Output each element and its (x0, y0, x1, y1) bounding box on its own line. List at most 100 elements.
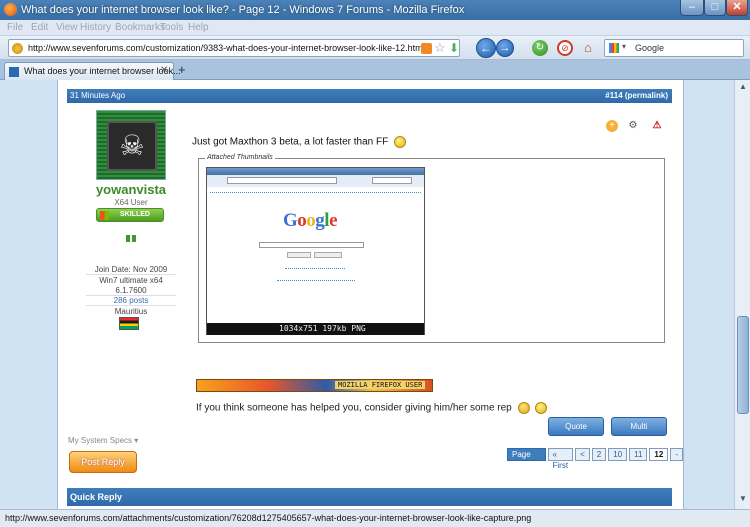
page-viewport: 31 Minutes Ago #114 (permalink) ☠ yowanv… (0, 80, 734, 509)
signature-message: If you think someone has helped you, con… (196, 402, 512, 414)
address-bar[interactable]: http://www.sevenforums.com/customization… (8, 39, 460, 57)
post-header: 31 Minutes Ago #114 (permalink) (67, 89, 672, 103)
scroll-up-icon[interactable]: ▲ (737, 82, 749, 94)
thumbnail-search-button (287, 252, 311, 258)
attachments-legend: Attached Thumbnails (205, 154, 275, 161)
skull-icon: ☠ (107, 121, 157, 171)
attachment-thumbnail[interactable]: Google 1034x751 197kb PNG (206, 167, 425, 335)
menu-bookmarks[interactable]: Bookmarks (115, 22, 165, 33)
scrollbar-thumb[interactable] (737, 316, 749, 414)
reputation-bar-icon (126, 235, 136, 242)
engine-dropdown-icon[interactable]: ▾ (622, 42, 626, 51)
tab-active[interactable]: What does your internet browser look... … (4, 62, 181, 80)
back-button[interactable]: ← (476, 38, 496, 58)
quick-reply-label: Quick Reply (70, 492, 123, 502)
google-logo: Google (283, 210, 337, 231)
address-url[interactable]: http://www.sevenforums.com/customization… (28, 43, 425, 53)
rank-label: SKILLED (120, 211, 150, 218)
tab-favicon-icon (9, 67, 19, 77)
thumbnail-urlbar (227, 177, 337, 184)
mauritius-flag-icon (119, 317, 139, 330)
tab-close-icon[interactable]: ✕ (160, 65, 168, 76)
title-bar: What does your internet browser look lik… (0, 0, 750, 20)
page-link[interactable]: 2 (591, 448, 607, 461)
menu-tools[interactable]: Tools (160, 22, 183, 33)
post-message: Just got Maxthon 3 beta, a lot faster th… (192, 136, 406, 148)
rank-badge: SKILLED (96, 208, 164, 222)
page-count-label[interactable]: Page 12 of 12 (507, 448, 546, 481)
search-input[interactable]: ▾ Google (604, 39, 744, 57)
page-link[interactable]: 10 (608, 448, 628, 461)
username-link[interactable]: yowanvista (88, 182, 174, 197)
reload-button[interactable]: ↻ (532, 40, 548, 56)
thumbnail-links (210, 190, 421, 193)
firefox-icon (4, 3, 17, 16)
forward-button[interactable]: → (496, 39, 514, 57)
menu-file[interactable]: File (7, 22, 23, 33)
wink-icon (517, 402, 530, 414)
thumbnail-titlebar (207, 168, 424, 175)
my-system-specs-link[interactable]: My System Specs ▾ (68, 436, 138, 445)
new-tab-button[interactable]: + (178, 62, 186, 77)
download-arrow-icon[interactable]: ⬇ (449, 41, 459, 55)
status-bar: http://www.sevenforums.com/attachments/c… (0, 509, 750, 527)
quote-button[interactable]: Quote (548, 417, 604, 436)
status-text: http://www.sevenforums.com/attachments/c… (5, 513, 532, 523)
forum-content: 31 Minutes Ago #114 (permalink) ☠ yowanv… (57, 80, 684, 509)
page-prev-link[interactable]: < (575, 448, 590, 461)
bookmark-star-icon[interactable]: ☆ (434, 40, 446, 56)
post-reply-button[interactable]: Post Reply (69, 451, 137, 473)
page-first-link[interactable]: « First (547, 448, 574, 470)
maximize-button[interactable]: □ (704, 0, 726, 16)
smile-icon (394, 136, 406, 148)
close-button[interactable]: ✕ (726, 0, 748, 16)
window-title: What does your internet browser look lik… (21, 4, 465, 16)
post-message-text: Just got Maxthon 3 beta, a lot faster th… (192, 136, 389, 148)
user-os: Win7 ultimate x64 6.1.7600 (99, 276, 163, 295)
menu-bar: File Edit View History Bookmarks Tools H… (0, 20, 750, 36)
scroll-down-icon[interactable]: ▼ (737, 494, 749, 506)
reputation-icon[interactable]: + (606, 120, 618, 132)
user-title: X64 User (114, 198, 148, 207)
multi-quote-button[interactable]: Multi (611, 417, 667, 436)
vertical-scrollbar[interactable]: ▲ ▼ (734, 80, 750, 509)
navigation-bar: http://www.sevenforums.com/customization… (0, 36, 750, 60)
quick-reply-header[interactable]: Quick Reply (67, 488, 672, 506)
menu-view[interactable]: View (56, 22, 78, 33)
google-engine-icon[interactable] (609, 43, 619, 53)
user-location: Mauritius (114, 307, 148, 316)
avatar[interactable]: ☠ (96, 110, 166, 180)
report-warning-icon[interactable]: ⚠ (651, 120, 663, 132)
thumbnail-lucky-button (314, 252, 342, 258)
permalink-link[interactable]: #114 (permalink) (605, 91, 668, 100)
pagination: Page 12 of 12 « First < 2 10 11 12 - (507, 448, 683, 481)
site-identity-icon[interactable] (12, 43, 23, 54)
signature-text: If you think someone has helped you, con… (196, 402, 548, 414)
thumbnail-searchbar (372, 177, 412, 184)
rss-feed-icon[interactable] (421, 43, 432, 54)
page-link[interactable]: 11 (629, 448, 648, 461)
search-engine-label: Google (635, 43, 665, 53)
attachments-box: Attached Thumbnails Google 1034x751 197k… (198, 154, 665, 343)
thumbnail-footer-links (277, 280, 355, 282)
tab-label: What does your internet browser look... (24, 66, 181, 76)
menu-help[interactable]: Help (188, 22, 209, 33)
page-jump-link[interactable]: - (670, 448, 683, 461)
post-count-link[interactable]: 286 posts (86, 295, 176, 306)
signature-banner-text: MOZILLA FIREFOX USER (335, 381, 426, 389)
smile-icon (535, 402, 548, 414)
signature-banner[interactable]: MOZILLA FIREFOX USER (196, 379, 433, 392)
minimize-button[interactable]: – (680, 0, 704, 16)
menu-history[interactable]: History (80, 22, 111, 33)
thumbnail-caption: 1034x751 197kb PNG (207, 323, 424, 335)
page-current: 12 (649, 448, 669, 461)
thumbnail-footer-links (285, 268, 345, 270)
gear-icon[interactable]: ⚙ (627, 120, 639, 132)
thumbnail-search-box (259, 242, 364, 248)
post-time: 31 Minutes Ago (70, 91, 126, 100)
join-date: Join Date: Nov 2009 (86, 265, 176, 275)
menu-edit[interactable]: Edit (31, 22, 48, 33)
home-icon[interactable]: ⌂ (580, 40, 596, 56)
windows-logo-icon (100, 211, 109, 220)
stop-button[interactable]: ⊘ (557, 40, 573, 56)
